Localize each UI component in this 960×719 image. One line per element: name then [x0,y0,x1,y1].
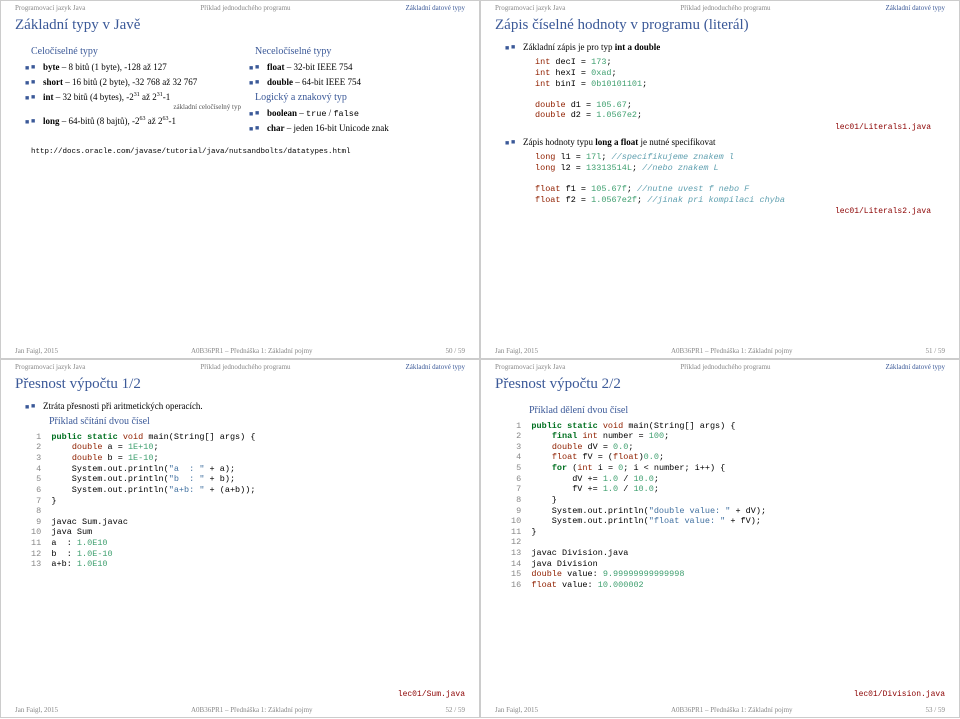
doc-url: http://docs.oracle.com/javase/tutorial/j… [31,148,465,157]
int-note: základní celočíselný typ [43,103,241,112]
int-types-heading: Celočíselné typy [31,46,241,59]
type-double: double – 64-bit IEEE 754 [255,77,465,88]
example-sum-heading: Příklad sčítání dvou čísel [49,416,465,429]
bullet-default-types: Základní zápis je pro typ int a double i… [511,42,945,133]
type-long: long – 64-bitů (8 bajtů), -263 až 263-1 [31,116,241,127]
footer-author: Jan Faigl, 2015 [15,347,58,355]
slide-4: Programovací jazyk Java Příklad jednoduc… [480,359,960,718]
slide-footer: Jan Faigl, 2015 A0B36PR1 – Přednáška 1: … [1,347,479,355]
crumb-2: Příklad jednoduchého programu [200,4,290,12]
nonint-types-heading: Neceločíselné typy [255,46,465,59]
breadcrumb: Programovací jazyk Java Příklad jednoduc… [1,360,479,371]
crumb-1: Programovací jazyk Java [15,4,85,12]
slide-2: Programovací jazyk Java Příklad jednoduc… [480,0,960,359]
slide-1: Programovací jazyk Java Příklad jednoduc… [0,0,480,359]
slide-title: Přesnost výpočtu 2/2 [481,371,959,401]
file-label: lec01/Sum.java [398,690,479,699]
type-byte: byte – 8 bitů (1 byte), -128 až 127 [31,62,241,73]
slide-footer: Jan Faigl, 2015 A0B36PR1 – Přednáška 1: … [481,706,959,714]
crumb-3: Základní datové typy [406,4,465,12]
bullet-long-float: Zápis hodnoty typu long a float je nutné… [511,137,945,217]
code-division: 1 public static void main(String[] args)… [511,421,945,591]
type-float: float – 32-bit IEEE 754 [255,62,465,73]
footer-page: 50 / 59 [446,347,465,355]
type-boolean: boolean – true / false [255,108,465,120]
file-label: lec01/Division.java [854,690,959,699]
code-literals1: int decI = 173; int hexI = 0xad; int bin… [535,57,945,121]
type-char: char – jeden 16-bit Unicode znak [255,123,465,134]
slide-title: Základní typy v Javě [1,12,479,42]
breadcrumb: Programovací jazyk Java Příklad jednoduc… [481,1,959,12]
slide-3: Programovací jazyk Java Příklad jednoduc… [0,359,480,718]
type-int: int – 32 bitů (4 bytes), -231 až 231-1 z… [31,92,241,112]
slide-footer: Jan Faigl, 2015 A0B36PR1 – Přednáška 1: … [481,347,959,355]
code-sum: 1 public static void main(String[] args)… [31,432,465,570]
file-label-1: lec01/Literals1.java [523,123,945,133]
slide-footer: Jan Faigl, 2015 A0B36PR1 – Přednáška 1: … [1,706,479,714]
file-label-2: lec01/Literals2.java [523,207,945,217]
breadcrumb: Programovací jazyk Java Příklad jednoduc… [481,360,959,371]
footer-mid: A0B36PR1 – Přednáška 1: Základní pojmy [191,347,313,355]
type-short: short – 16 bitů (2 byte), -32 768 až 32 … [31,77,241,88]
bool-char-heading: Logický a znakový typ [255,92,465,105]
slide-title: Zápis číselné hodnoty v programu (literá… [481,12,959,42]
breadcrumb: Programovací jazyk Java Příklad jednoduc… [1,1,479,12]
code-literals2: long l1 = 17l; //specifikujeme znakem l … [535,152,945,205]
bullet-precision-loss: Ztráta přesnosti při aritmetických opera… [31,401,465,412]
slide-title: Přesnost výpočtu 1/2 [1,371,479,401]
example-div-heading: Příklad dělení dvou čísel [529,405,945,418]
